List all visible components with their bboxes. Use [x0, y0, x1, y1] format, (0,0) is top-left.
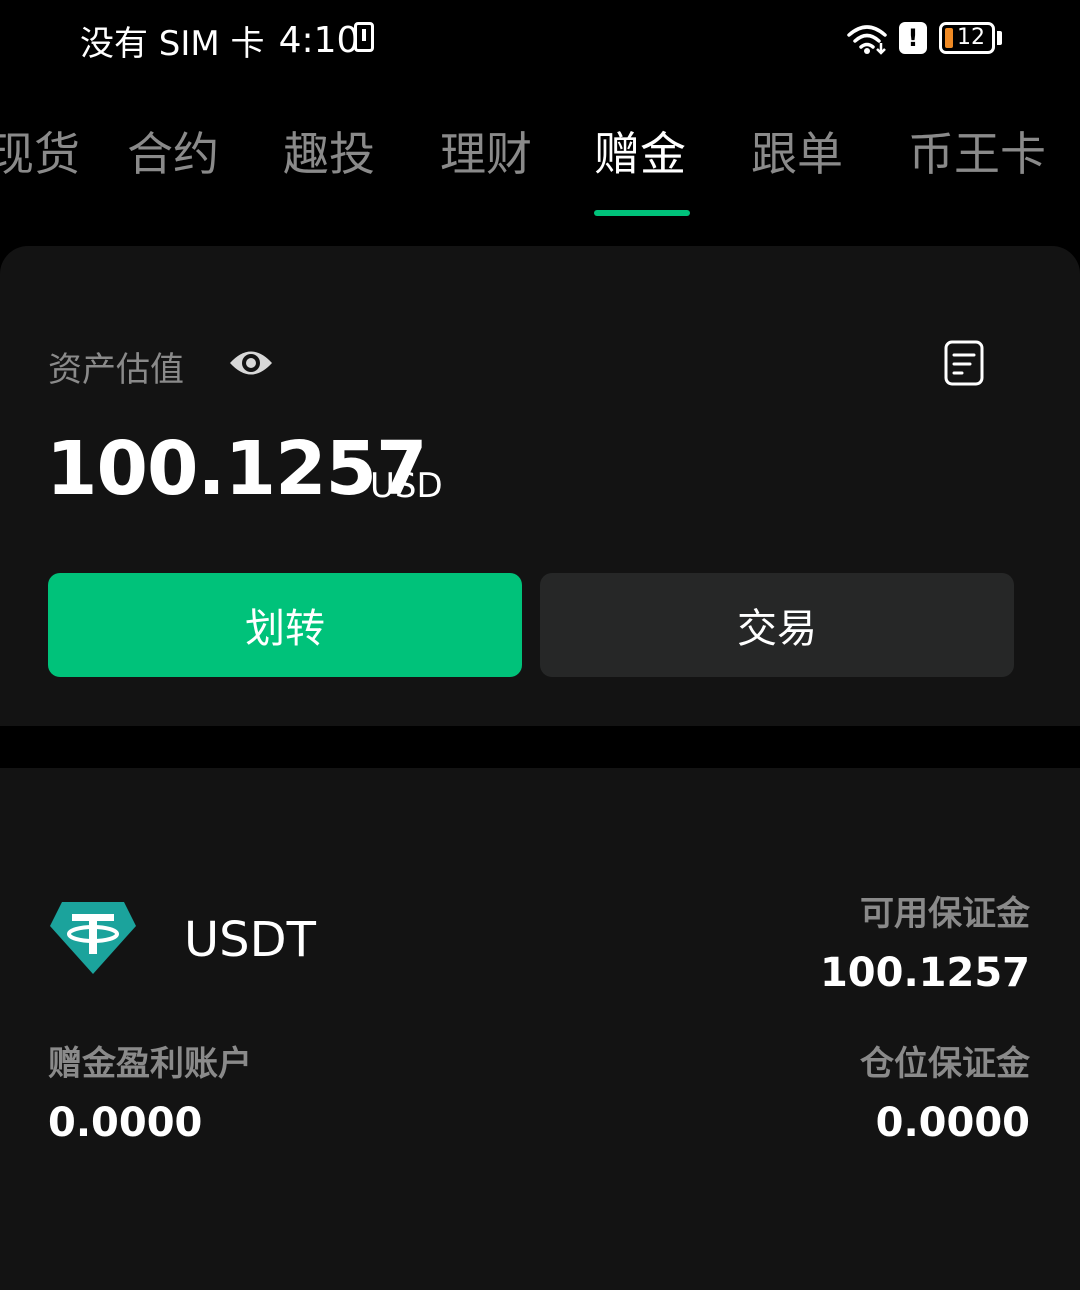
alert-icon — [899, 22, 927, 54]
available-margin-label: 可用保证金 — [860, 894, 1030, 934]
coin-name: USDT — [184, 912, 316, 968]
active-tab-indicator — [594, 210, 690, 216]
asset-card: 资产估值 100.1257 USD 划转 交易 — [0, 246, 1080, 726]
tab-spot[interactable]: 现货 — [0, 118, 80, 184]
bonus-profit-account-value: 0.0000 — [48, 1100, 203, 1146]
tab-bonus[interactable]: 赠金 — [594, 118, 686, 184]
record-icon[interactable] — [944, 340, 984, 386]
bonus-profit-account-label: 赠金盈利账户 — [48, 1044, 252, 1084]
sim-alert-icon — [354, 22, 374, 52]
usdt-coin-icon — [50, 902, 136, 974]
asset-unit: USD — [370, 466, 443, 506]
screen: 没有 SIM 卡 4:10 12 现货 合约 趣投 理财 赠金 跟单 — [0, 0, 1080, 1290]
account-card: USDT 可用保证金 100.1257 赠金盈利账户 0.0000 仓位保证金 … — [0, 768, 1080, 1290]
battery-cap — [997, 31, 1002, 45]
tab-coin-king-card[interactable]: 币王卡 — [908, 118, 1046, 184]
top-tab-bar: 现货 合约 趣投 理财 赠金 跟单 币王卡 — [0, 100, 1080, 220]
battery-level: 12 — [957, 25, 985, 50]
tab-copy-trade[interactable]: 跟单 — [751, 118, 843, 184]
status-time: 4:10 — [278, 20, 360, 61]
position-margin-value: 0.0000 — [875, 1100, 1030, 1146]
status-left: 没有 SIM 卡 4:10 — [80, 16, 359, 65]
wifi-icon — [847, 25, 887, 55]
eye-icon[interactable] — [228, 346, 274, 380]
battery-icon: 12 — [939, 22, 995, 54]
tab-fun-invest[interactable]: 趣投 — [283, 118, 375, 184]
tab-earn[interactable]: 理财 — [440, 118, 532, 184]
carrier-text: 没有 SIM 卡 — [80, 24, 265, 64]
status-right: 12 — [845, 18, 1002, 58]
asset-valuation-label: 资产估值 — [48, 350, 184, 390]
trade-button[interactable]: 交易 — [540, 573, 1014, 677]
transfer-button[interactable]: 划转 — [48, 573, 522, 677]
tab-futures[interactable]: 合约 — [127, 118, 219, 184]
available-margin-value: 100.1257 — [819, 950, 1030, 996]
status-bar: 没有 SIM 卡 4:10 12 — [0, 0, 1080, 80]
position-margin-label: 仓位保证金 — [860, 1044, 1030, 1084]
